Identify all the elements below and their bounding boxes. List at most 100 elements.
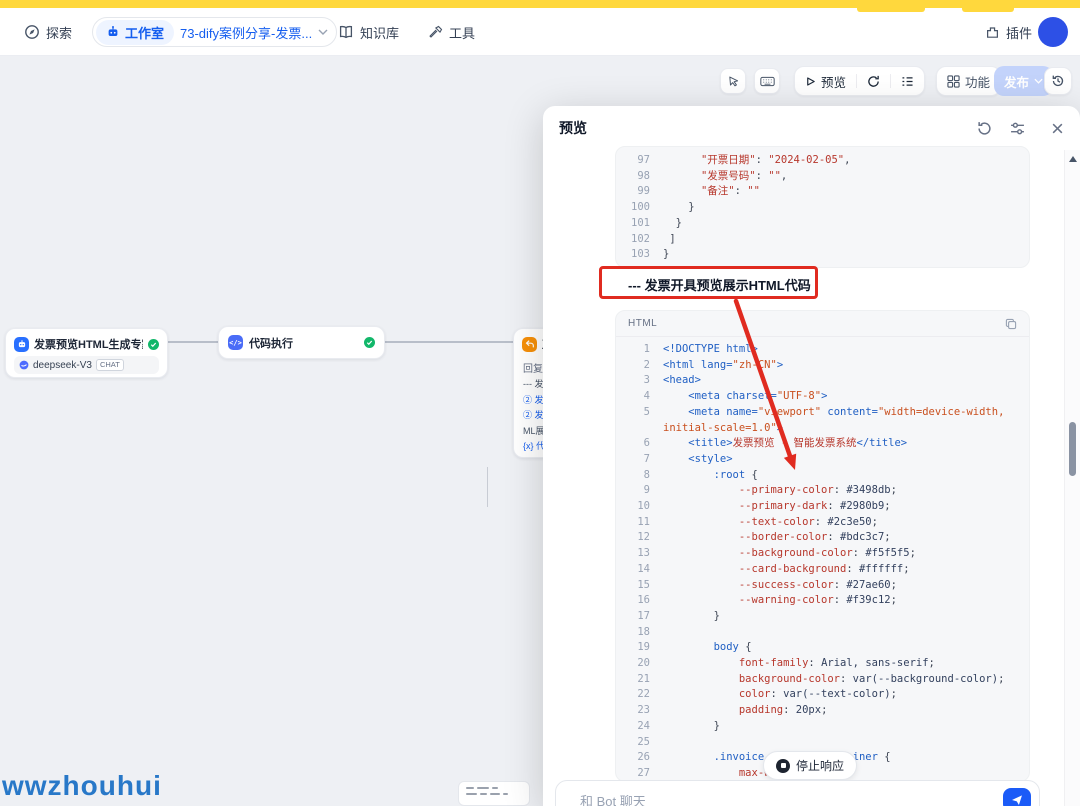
deepseek-icon <box>19 360 29 370</box>
plugin-icon <box>985 25 1000 40</box>
send-icon <box>1011 794 1023 806</box>
pointer-icon <box>727 75 740 88</box>
node-title: 发票预览HTML生成专家 <box>34 336 143 352</box>
code-line: 101 } <box>630 216 1023 232</box>
code-line: 19 body { <box>630 640 1023 656</box>
success-icon <box>364 337 375 348</box>
tools-icon <box>428 25 443 40</box>
code-block-json: 97 "开票日期": "2024-02-05",98 "发票号码": "",99… <box>615 146 1030 268</box>
code-line: 100 } <box>630 200 1023 216</box>
chat-heading: --- 发票开具预览展示HTML代码 <box>628 275 811 294</box>
play-icon <box>805 76 816 87</box>
code-line: 99 "备注": "" <box>630 184 1023 200</box>
app-name[interactable]: 73-dify案例分享-发票... <box>180 23 312 42</box>
publish-button-label: 发布 <box>1004 72 1029 91</box>
success-icon <box>148 339 159 350</box>
code-line: 97 "开票日期": "2024-02-05", <box>630 153 1023 169</box>
node-code[interactable]: </> 代码执行 <box>218 326 385 359</box>
watermark: wwzhouhui <box>2 770 162 802</box>
panel-title: 预览 <box>559 118 959 138</box>
code-line: 14 --card-background: #ffffff; <box>630 562 1023 578</box>
run-toolbar: 预览 <box>794 66 925 96</box>
history-icon <box>1051 74 1065 88</box>
preview-panel-header: 预览 <box>543 106 1080 150</box>
send-button[interactable] <box>1003 788 1031 806</box>
top-banner-tab <box>962 0 1014 12</box>
code-line: 3<head> <box>630 373 1023 389</box>
code-line: 16 --warning-color: #f39c12; <box>630 593 1023 609</box>
history-button[interactable] <box>1044 67 1072 95</box>
code-line: 9 --primary-color: #3498db; <box>630 483 1023 499</box>
robot-icon <box>14 337 29 352</box>
workflow-edge <box>168 341 218 343</box>
auto-layout-button[interactable] <box>720 68 746 94</box>
code-line: 23 padding: 20px; <box>630 703 1023 719</box>
code-line: 15 --success-color: #27ae60; <box>630 578 1023 594</box>
code-line: 12 --border-color: #bdc3c7; <box>630 530 1023 546</box>
preview-button[interactable]: 预览 <box>795 67 856 95</box>
reply-icon <box>522 337 537 352</box>
model-mode-tag: CHAT <box>96 359 124 371</box>
settings-icon[interactable] <box>1010 121 1025 136</box>
reset-button[interactable] <box>857 67 890 95</box>
nav-tools-label: 工具 <box>449 23 475 42</box>
code-line: 7 <style> <box>630 452 1023 468</box>
scroll-up-icon[interactable] <box>1069 156 1077 162</box>
copy-icon[interactable] <box>1005 318 1017 330</box>
features-button[interactable]: 功能 <box>936 66 1001 96</box>
chat-input-placeholder: 和 Bot 聊天 <box>580 791 1003 806</box>
code-block-header: HTML <box>616 311 1029 337</box>
code-language-label: HTML <box>628 318 1005 329</box>
code-line: 5 <meta name="viewport" content="width=d… <box>630 405 1023 421</box>
stop-icon <box>776 759 790 773</box>
book-icon <box>338 24 354 40</box>
code-line: initial-scale=1.0"> <box>630 421 1023 437</box>
model-selector[interactable]: deepseek-V3 CHAT <box>14 356 159 374</box>
nav-knowledge[interactable]: 知识库 <box>338 8 399 56</box>
nav-tools[interactable]: 工具 <box>428 8 475 56</box>
panel-scrollbar[interactable] <box>1064 150 1080 806</box>
nav-explore-label: 探索 <box>46 23 72 42</box>
compass-icon <box>24 24 40 40</box>
app-switcher[interactable]: 工作室 73-dify案例分享-发票... <box>92 17 337 47</box>
user-avatar[interactable] <box>1038 17 1068 47</box>
nav-studio[interactable]: 工作室 <box>96 20 174 45</box>
checklist-button[interactable] <box>891 67 924 95</box>
node-title: 代码执行 <box>249 335 358 351</box>
code-line: 1<!DOCTYPE html> <box>630 342 1023 358</box>
preview-button-label: 预览 <box>821 72 846 91</box>
close-icon[interactable] <box>1051 122 1064 135</box>
studio-icon <box>106 25 120 39</box>
code-line: 13 --background-color: #f5f5f5; <box>630 546 1023 562</box>
chevron-down-icon <box>318 29 328 35</box>
code-line: 21 background-color: var(--background-co… <box>630 672 1023 688</box>
shortcut-button[interactable] <box>754 68 780 94</box>
code-line: 2<html lang="zh-CN"> <box>630 358 1023 374</box>
nav-plugins[interactable]: 插件 <box>985 8 1032 56</box>
chat-input[interactable]: 和 Bot 聊天 <box>555 780 1040 806</box>
model-name: deepseek-V3 <box>33 360 92 371</box>
checklist-icon <box>901 76 914 87</box>
preview-panel: 预览 97 "开票日期": "2024-02-05",98 "发票号码": ""… <box>543 106 1080 806</box>
workflow-edge <box>385 341 513 343</box>
nav-explore[interactable]: 探索 <box>24 8 72 56</box>
refresh-icon[interactable] <box>977 121 992 136</box>
node-llm[interactable]: 发票预览HTML生成专家 deepseek-V3 CHAT <box>5 328 168 378</box>
chevron-down-icon <box>1034 78 1043 84</box>
stop-responding-button[interactable]: 停止响应 <box>763 751 857 780</box>
code-line: 20 font-family: Arial, sans-serif; <box>630 656 1023 672</box>
code-line: 11 --text-color: #2c3e50; <box>630 515 1023 531</box>
reset-icon <box>867 75 880 88</box>
stop-responding-label: 停止响应 <box>796 757 844 774</box>
collapsed-node[interactable] <box>458 781 530 806</box>
nav-studio-label: 工作室 <box>125 23 164 42</box>
scrollbar-thumb[interactable] <box>1069 422 1076 476</box>
code-line: 8 :root { <box>630 468 1023 484</box>
features-button-label: 功能 <box>965 72 990 91</box>
code-line: 103} <box>630 247 1023 263</box>
canvas-line <box>487 467 488 507</box>
nav-plugins-label: 插件 <box>1006 23 1032 42</box>
top-banner-tab <box>857 0 925 12</box>
code-line: 22 color: var(--text-color); <box>630 687 1023 703</box>
nav-knowledge-label: 知识库 <box>360 23 399 42</box>
